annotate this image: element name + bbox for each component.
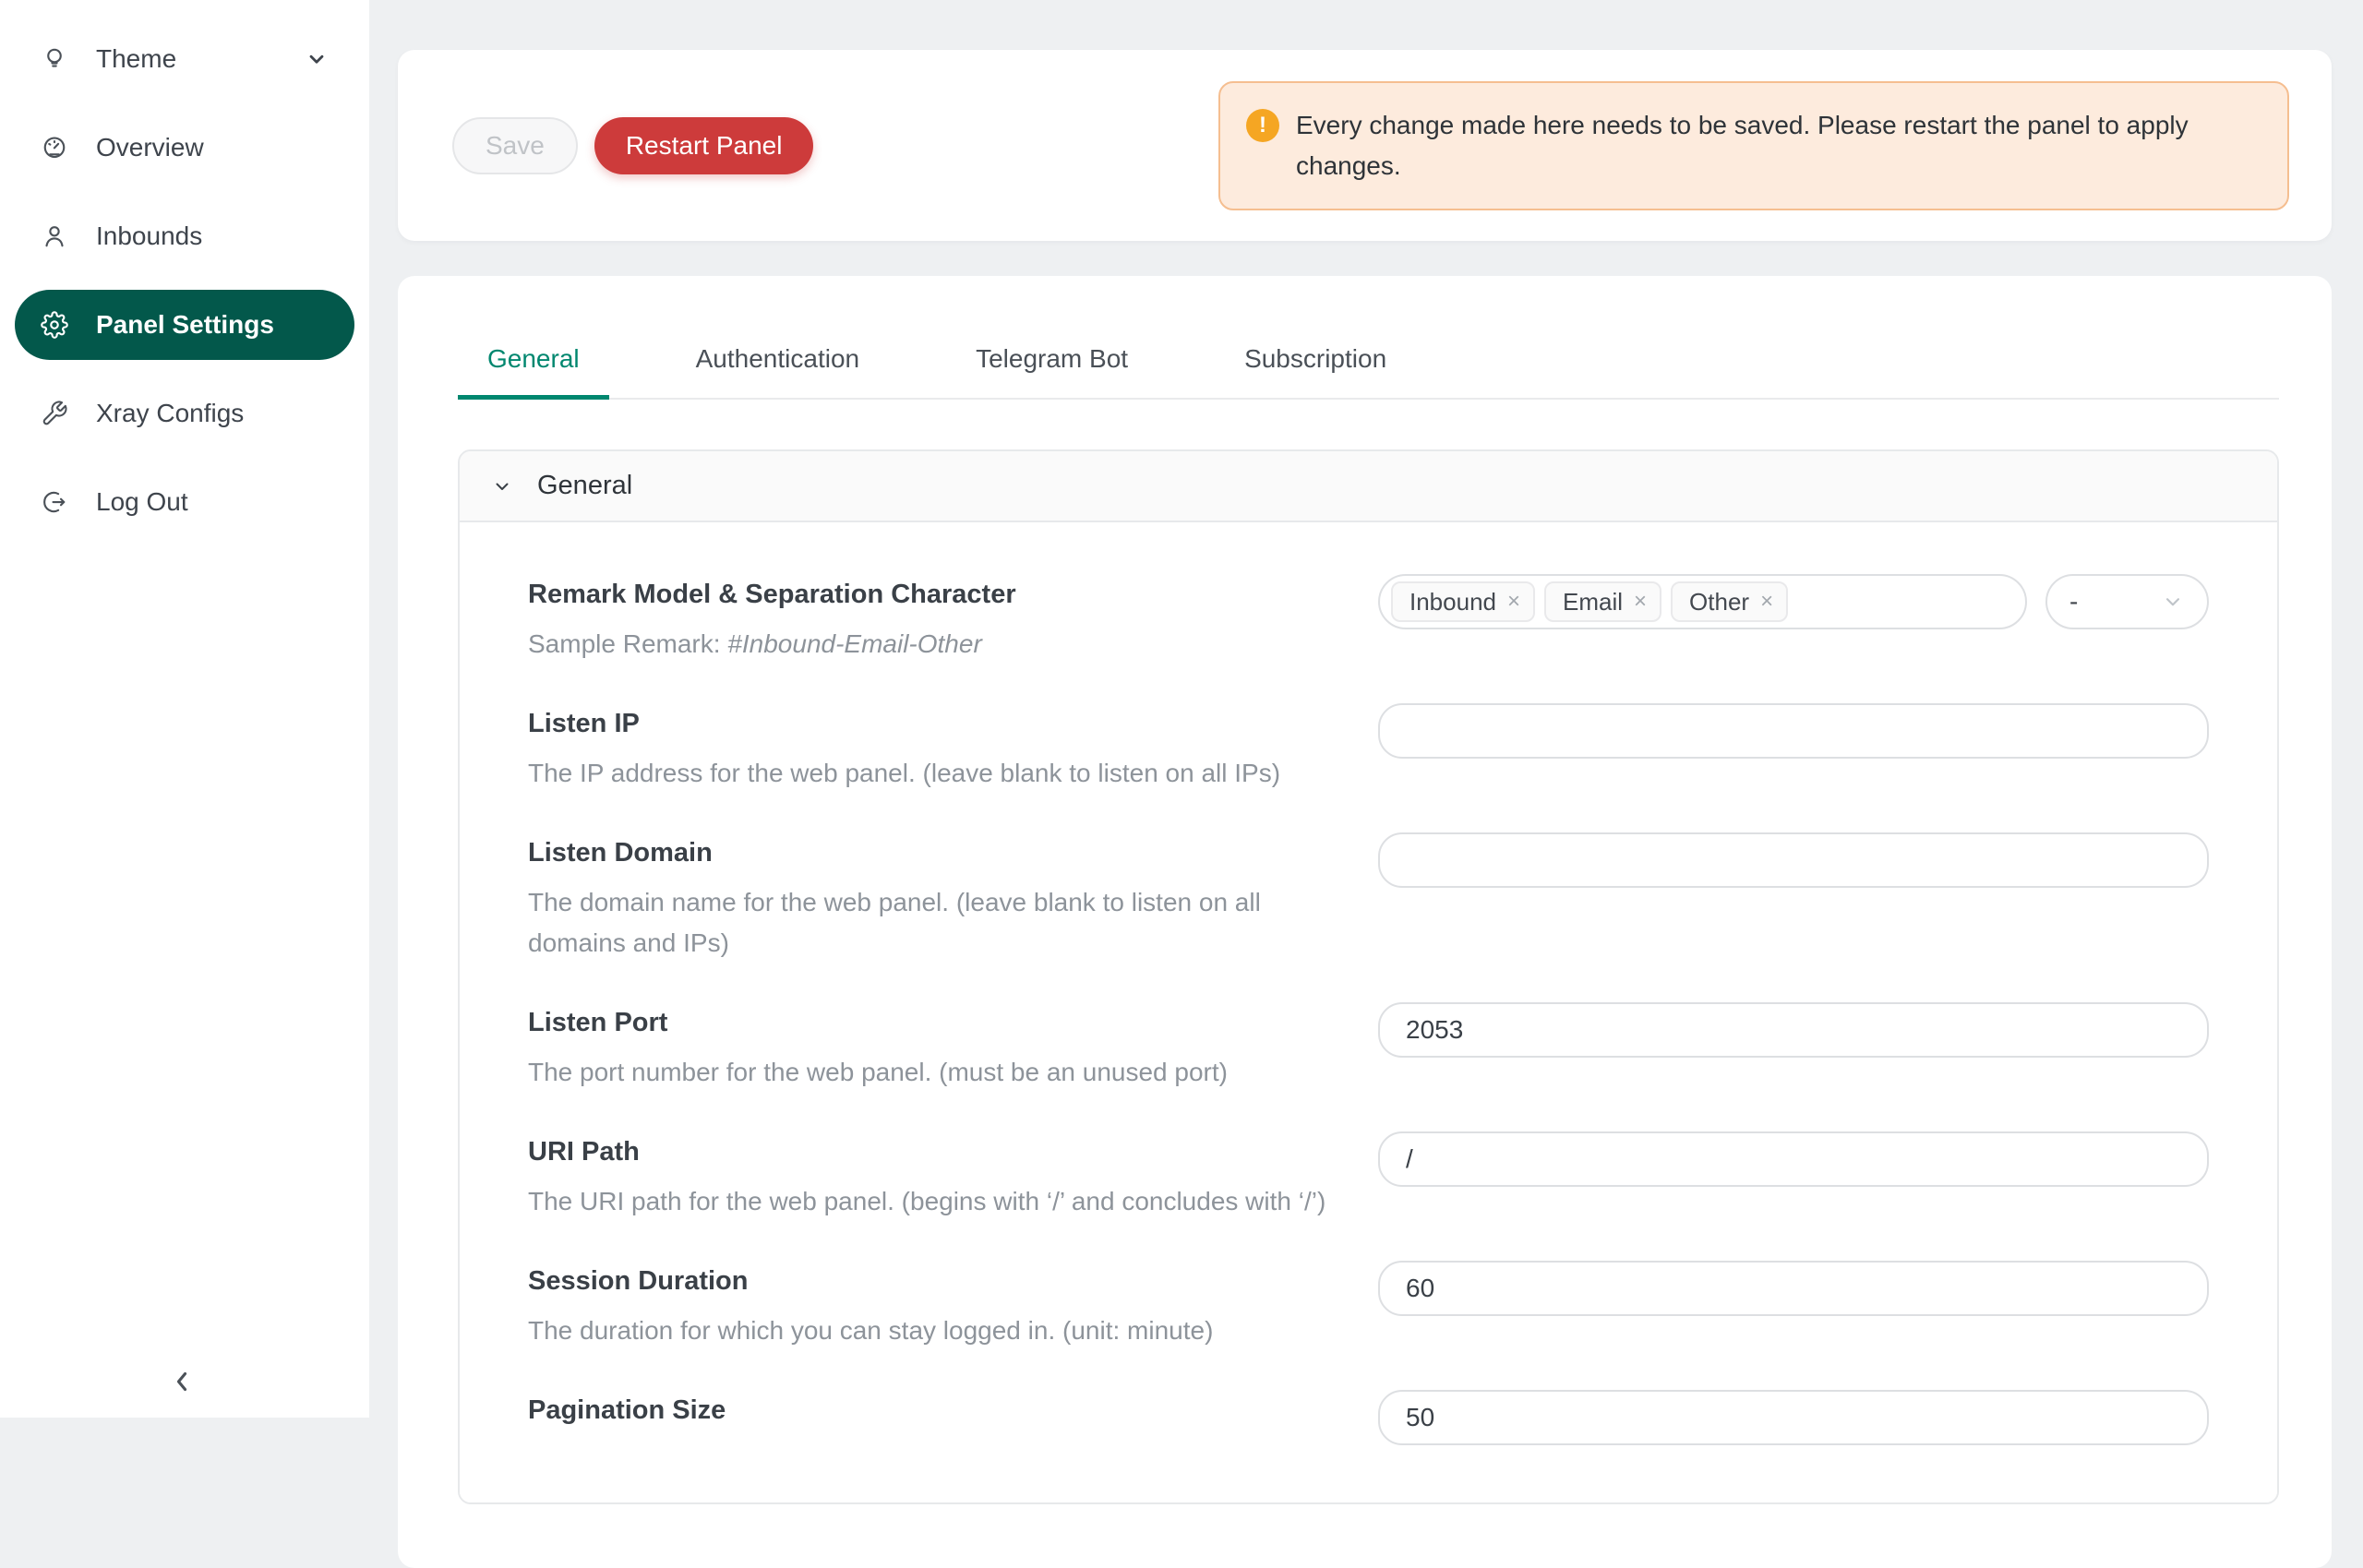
field-description: The IP address for the web panel. (leave… [528, 753, 1280, 794]
tab-telegram-bot[interactable]: Telegram Bot [946, 344, 1158, 398]
sidebar: Theme Overview Inbounds Panel Settings X… [0, 0, 369, 1418]
tag-inbound: Inbound × [1391, 581, 1535, 622]
listen-port-input[interactable] [1378, 1002, 2209, 1058]
field-label: Listen IP [528, 707, 1280, 740]
chevron-down-icon [491, 475, 513, 497]
listen-domain-input[interactable] [1378, 832, 2209, 888]
uri-path-input[interactable] [1378, 1131, 2209, 1187]
general-collapse-panel: General Remark Model & Separation Charac… [458, 449, 2279, 1504]
warning-icon: ! [1246, 109, 1279, 142]
field-row-pagination-size: Pagination Size [528, 1390, 2209, 1445]
remove-tag-icon[interactable]: × [1634, 591, 1647, 613]
sidebar-item-overview[interactable]: Overview [15, 113, 354, 183]
tab-subscription[interactable]: Subscription [1215, 344, 1416, 398]
field-label: URI Path [528, 1135, 1325, 1168]
separator-select[interactable]: - [2045, 574, 2209, 629]
chevron-down-icon [2161, 590, 2185, 614]
field-row-remark: Remark Model & Separation Character Samp… [528, 574, 2209, 664]
sample-remark-value: #Inbound-Email-Other [727, 629, 981, 658]
restart-panel-button[interactable]: Restart Panel [594, 117, 814, 174]
field-label: Listen Domain [528, 836, 1303, 869]
main-content: Save Restart Panel ! Every change made h… [369, 0, 2363, 1418]
sidebar-item-label: Inbounds [96, 221, 202, 251]
field-label: Pagination Size [528, 1394, 726, 1427]
sidebar-item-label: Xray Configs [96, 399, 244, 428]
user-icon [41, 222, 68, 250]
field-description: The domain name for the web panel. (leav… [528, 882, 1303, 964]
tab-authentication[interactable]: Authentication [666, 344, 889, 398]
field-row-listen-ip: Listen IP The IP address for the web pan… [528, 703, 2209, 794]
gauge-icon [41, 134, 68, 162]
tag-email: Email × [1544, 581, 1661, 622]
save-button[interactable]: Save [452, 117, 578, 174]
sidebar-item-log-out[interactable]: Log Out [15, 467, 354, 537]
tab-general[interactable]: General [458, 344, 609, 398]
sidebar-item-inbounds[interactable]: Inbounds [15, 201, 354, 271]
field-label: Listen Port [528, 1006, 1228, 1039]
field-row-session-duration: Session Duration The duration for which … [528, 1261, 2209, 1351]
settings-card: General Authentication Telegram Bot Subs… [398, 276, 2332, 1568]
session-duration-input[interactable] [1378, 1261, 2209, 1316]
chevron-down-icon [305, 47, 329, 71]
sidebar-collapse-button[interactable] [159, 1359, 205, 1405]
remove-tag-icon[interactable]: × [1507, 591, 1520, 613]
pagination-size-input[interactable] [1378, 1390, 2209, 1445]
warning-alert: ! Every change made here needs to be sav… [1218, 81, 2289, 210]
field-description: The duration for which you can stay logg… [528, 1311, 1213, 1351]
field-row-listen-domain: Listen Domain The domain name for the we… [528, 832, 2209, 964]
sidebar-item-theme[interactable]: Theme [15, 24, 354, 94]
field-description: The URI path for the web panel. (begins … [528, 1181, 1325, 1222]
field-description: Sample Remark: #Inbound-Email-Other [528, 624, 1016, 664]
sidebar-item-label: Panel Settings [96, 310, 274, 340]
field-row-uri-path: URI Path The URI path for the web panel.… [528, 1131, 2209, 1222]
section-title: General [537, 471, 632, 501]
gear-icon [41, 311, 68, 339]
sidebar-item-panel-settings[interactable]: Panel Settings [15, 290, 354, 360]
actions-card: Save Restart Panel ! Every change made h… [398, 50, 2332, 241]
sidebar-item-label: Theme [96, 44, 176, 74]
chevron-left-icon [166, 1366, 198, 1397]
sidebar-item-label: Log Out [96, 487, 188, 517]
sidebar-item-xray-configs[interactable]: Xray Configs [15, 378, 354, 449]
warning-alert-text: Every change made here needs to be saved… [1296, 105, 2237, 186]
field-description: The port number for the web panel. (must… [528, 1052, 1228, 1093]
settings-tabs: General Authentication Telegram Bot Subs… [458, 276, 2279, 400]
lightbulb-icon [41, 45, 68, 73]
logout-icon [41, 488, 68, 516]
listen-ip-input[interactable] [1378, 703, 2209, 759]
field-row-listen-port: Listen Port The port number for the web … [528, 1002, 2209, 1093]
separator-value: - [2069, 587, 2078, 616]
field-label: Session Duration [528, 1264, 1213, 1298]
general-collapse-header[interactable]: General [460, 451, 2277, 522]
remark-tags-input[interactable]: Inbound × Email × Other × [1378, 574, 2027, 629]
general-section-body: Remark Model & Separation Character Samp… [460, 522, 2277, 1502]
tag-other: Other × [1671, 581, 1788, 622]
field-label: Remark Model & Separation Character [528, 578, 1016, 611]
sidebar-item-label: Overview [96, 133, 204, 162]
wrench-icon [41, 400, 68, 427]
remove-tag-icon[interactable]: × [1760, 591, 1773, 613]
